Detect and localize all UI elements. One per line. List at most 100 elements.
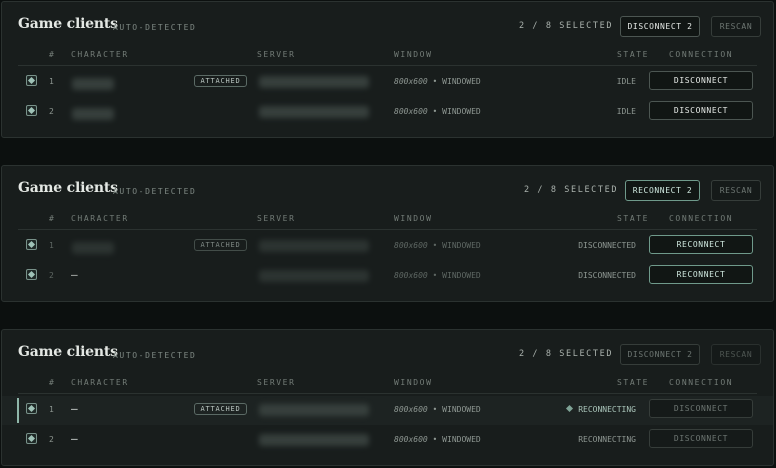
table-row[interactable]: 1 ATTACHED 800x600 • WINDOWED DISCONNECT… — [2, 232, 773, 261]
status-diamond-icon — [566, 404, 574, 413]
diamond-check-icon — [27, 240, 36, 249]
col-header-state: STATE — [617, 214, 650, 223]
diamond-check-icon — [27, 270, 36, 279]
panel-subtitle: AUTO-DETECTED — [113, 187, 197, 196]
window-resolution: 800x600 — [394, 241, 428, 250]
window-resolution: 800x600 — [394, 435, 428, 444]
row-checkbox[interactable] — [26, 105, 37, 116]
selection-count: 2 / 8 SELECTED — [519, 349, 614, 359]
row-checkbox[interactable] — [26, 239, 37, 250]
window-info: 800x600 • WINDOWED — [394, 271, 481, 280]
col-header-state: STATE — [617, 50, 650, 59]
col-header-connection: CONNECTION — [669, 50, 734, 59]
disconnect-selected-button[interactable]: DISCONNECT 2 — [620, 344, 700, 365]
row-disconnect-button[interactable]: DISCONNECT — [649, 399, 753, 418]
attached-badge: ATTACHED — [194, 75, 247, 87]
row-checkbox[interactable] — [26, 433, 37, 444]
attached-badge: ATTACHED — [194, 239, 247, 251]
table-row-focused[interactable]: 1 — ATTACHED 800x600 • WINDOWED RECONNEC… — [2, 396, 773, 425]
server-name-redacted — [259, 434, 369, 446]
server-name-redacted — [259, 240, 369, 252]
character-name-redacted — [72, 78, 114, 90]
col-header-server: SERVER — [257, 378, 296, 387]
row-number: 1 — [49, 241, 54, 250]
row-state-label: RECONNECTING — [578, 405, 636, 414]
window-mode: • WINDOWED — [432, 271, 481, 280]
header-divider — [18, 229, 757, 230]
row-state: RECONNECTING — [566, 404, 636, 414]
row-number: 2 — [49, 435, 54, 444]
reconnect-selected-button[interactable]: RECONNECT 2 — [625, 180, 700, 201]
table-row[interactable]: 2 — 800x600 • WINDOWED RECONNECTING DISC… — [2, 426, 773, 455]
col-header-character: CHARACTER — [71, 214, 129, 223]
window-resolution: 800x600 — [394, 271, 428, 280]
row-state: DISCONNECTED — [578, 241, 636, 250]
header-divider — [18, 393, 757, 394]
row-state: RECONNECTING — [578, 435, 636, 444]
row-reconnect-button[interactable]: RECONNECT — [649, 235, 753, 254]
selection-count: 2 / 8 SELECTED — [519, 21, 614, 31]
row-reconnect-button[interactable]: RECONNECT — [649, 265, 753, 284]
panel-title: Game clients — [18, 16, 118, 32]
server-name-redacted — [259, 404, 369, 416]
col-header-server: SERVER — [257, 50, 296, 59]
row-checkbox[interactable] — [26, 75, 37, 86]
diamond-check-icon — [27, 404, 36, 413]
window-info: 800x600 • WINDOWED — [394, 77, 481, 86]
row-state: IDLE — [616, 107, 636, 116]
col-header-server: SERVER — [257, 214, 296, 223]
character-empty: — — [71, 268, 78, 281]
table-row[interactable]: 2 800x600 • WINDOWED IDLE DISCONNECT — [2, 98, 773, 127]
row-disconnect-button[interactable]: DISCONNECT — [649, 101, 753, 120]
col-header-connection: CONNECTION — [669, 214, 734, 223]
row-checkbox[interactable] — [26, 403, 37, 414]
window-mode: • WINDOWED — [432, 435, 481, 444]
col-header-number: # — [49, 378, 56, 387]
col-header-number: # — [49, 214, 56, 223]
server-name-redacted — [259, 76, 369, 88]
window-mode: • WINDOWED — [432, 77, 481, 86]
window-info: 800x600 • WINDOWED — [394, 241, 481, 250]
col-header-character: CHARACTER — [71, 50, 129, 59]
col-header-state: STATE — [617, 378, 650, 387]
rescan-button[interactable]: RESCAN — [711, 180, 761, 201]
game-clients-panel-3: Game clients AUTO-DETECTED 2 / 8 SELECTE… — [1, 329, 774, 466]
rescan-button[interactable]: RESCAN — [711, 344, 761, 365]
row-number: 2 — [49, 107, 54, 116]
row-checkbox[interactable] — [26, 269, 37, 280]
table-row[interactable]: 2 — 800x600 • WINDOWED DISCONNECTED RECO… — [2, 262, 773, 291]
game-clients-panel-1: Game clients AUTO-DETECTED 2 / 8 SELECTE… — [1, 1, 774, 138]
rescan-button[interactable]: RESCAN — [711, 16, 761, 37]
panel-title: Game clients — [18, 344, 118, 360]
col-header-window: WINDOW — [394, 50, 433, 59]
window-resolution: 800x600 — [394, 107, 428, 116]
row-disconnect-button[interactable]: DISCONNECT — [649, 71, 753, 90]
window-mode: • WINDOWED — [432, 241, 481, 250]
row-disconnect-button[interactable]: DISCONNECT — [649, 429, 753, 448]
disconnect-selected-button[interactable]: DISCONNECT 2 — [620, 16, 700, 37]
diamond-check-icon — [27, 106, 36, 115]
col-header-number: # — [49, 50, 56, 59]
col-header-character: CHARACTER — [71, 378, 129, 387]
window-mode: • WINDOWED — [432, 107, 481, 116]
window-info: 800x600 • WINDOWED — [394, 435, 481, 444]
header-divider — [18, 65, 757, 66]
attached-badge: ATTACHED — [194, 403, 247, 415]
window-mode: • WINDOWED — [432, 405, 481, 414]
character-empty: — — [71, 432, 78, 445]
row-number: 2 — [49, 271, 54, 280]
character-name-redacted — [72, 108, 114, 120]
table-row[interactable]: 1 ATTACHED 800x600 • WINDOWED IDLE DISCO… — [2, 68, 773, 97]
row-number: 1 — [49, 77, 54, 86]
diamond-check-icon — [27, 76, 36, 85]
panel-subtitle: AUTO-DETECTED — [113, 351, 197, 360]
row-number: 1 — [49, 405, 54, 414]
selection-count: 2 / 8 SELECTED — [524, 185, 619, 195]
row-state: IDLE — [616, 77, 636, 86]
character-empty: — — [71, 402, 78, 415]
game-clients-panel-2: Game clients AUTO-DETECTED 2 / 8 SELECTE… — [1, 165, 774, 302]
col-header-connection: CONNECTION — [669, 378, 734, 387]
character-name-redacted — [72, 242, 114, 254]
panel-title: Game clients — [18, 180, 118, 196]
col-header-window: WINDOW — [394, 378, 433, 387]
